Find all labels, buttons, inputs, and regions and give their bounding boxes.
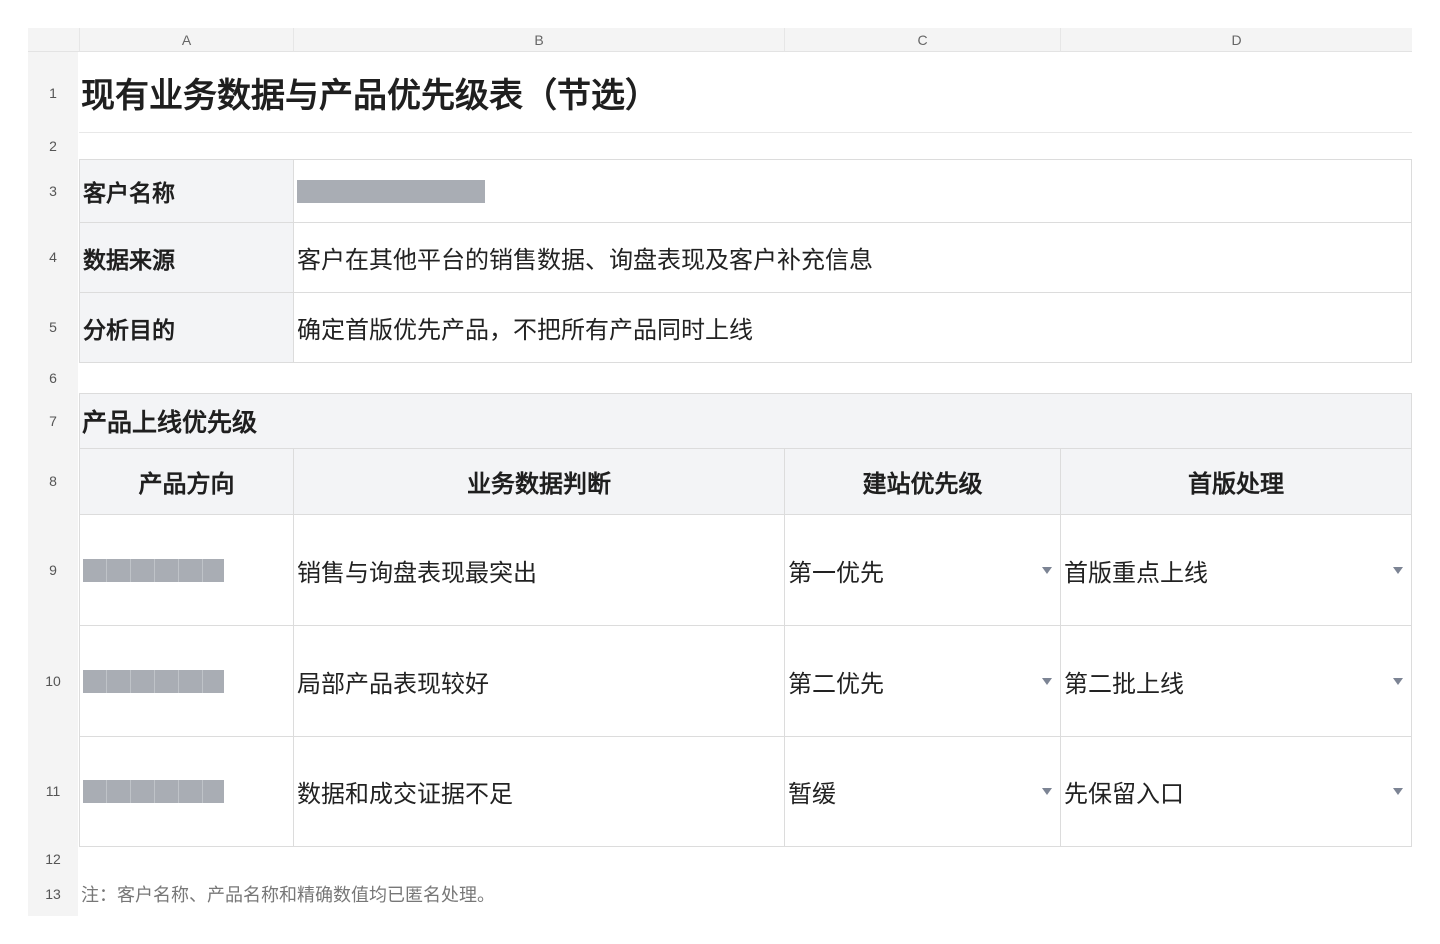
page-title[interactable]: 现有业务数据与产品优先级表（节选） [79, 52, 1412, 133]
row-header-1[interactable]: 1 [28, 52, 78, 133]
redacted-customer-name [297, 179, 485, 203]
info-label-data-source[interactable]: 数据来源 [79, 222, 294, 293]
row-header-12[interactable]: 12 [28, 846, 78, 872]
table-header-site-priority[interactable]: 建站优先级 [784, 448, 1061, 515]
info-value-analysis-purpose[interactable]: 确定首版优先产品，不把所有产品同时上线 [293, 292, 1412, 363]
priority-value: 第二优先 [788, 670, 884, 698]
row-header-4[interactable]: 4 [28, 222, 78, 292]
info-value-data-source[interactable]: 客户在其他平台的销售数据、询盘表现及客户补充信息 [293, 222, 1412, 293]
dropdown-arrow-icon[interactable] [1042, 566, 1052, 574]
table-cell-product[interactable] [79, 625, 294, 737]
column-header-c[interactable]: C [784, 28, 1060, 52]
row-header-2[interactable]: 2 [28, 133, 78, 159]
handling-value: 先保留入口 [1064, 781, 1184, 808]
priority-value: 第一优先 [788, 559, 884, 587]
row-header-11[interactable]: 11 [28, 736, 78, 846]
priority-dropdown[interactable]: 第二优先 [784, 625, 1061, 737]
select-all-corner[interactable] [28, 28, 79, 52]
row-header-9[interactable]: 9 [28, 514, 78, 625]
row-header-7[interactable]: 7 [28, 393, 78, 448]
section-title[interactable]: 产品上线优先级 [79, 393, 1412, 449]
info-label-customer-name[interactable]: 客户名称 [79, 159, 294, 223]
table-cell-product[interactable] [79, 514, 294, 626]
handling-value: 首版重点上线 [1064, 559, 1208, 587]
handling-value: 第二批上线 [1064, 670, 1184, 698]
row-header-10[interactable]: 10 [28, 625, 78, 736]
dropdown-arrow-icon[interactable] [1393, 566, 1403, 574]
spreadsheet-grid: A B C D 1 2 3 4 5 6 7 8 9 10 11 12 13 现有… [28, 28, 1412, 916]
column-header-b[interactable]: B [293, 28, 784, 52]
row-header-6[interactable]: 6 [28, 362, 78, 393]
redacted-product-name [83, 558, 224, 582]
column-header-a[interactable]: A [79, 28, 293, 52]
handling-dropdown[interactable]: 第二批上线 [1060, 625, 1412, 737]
dropdown-arrow-icon[interactable] [1042, 788, 1052, 795]
table-header-business-judgement[interactable]: 业务数据判断 [293, 448, 785, 515]
row-header-8[interactable]: 8 [28, 448, 78, 514]
dropdown-arrow-icon[interactable] [1042, 677, 1052, 685]
row-header-3[interactable]: 3 [28, 159, 78, 222]
handling-dropdown[interactable]: 先保留入口 [1060, 736, 1412, 847]
priority-dropdown[interactable]: 暂缓 [784, 736, 1061, 847]
redacted-product-name [83, 780, 224, 803]
priority-value: 暂缓 [788, 781, 836, 808]
table-header-product-direction[interactable]: 产品方向 [79, 448, 294, 515]
table-cell-judgement[interactable]: 数据和成交证据不足 [293, 736, 785, 847]
table-cell-judgement[interactable]: 局部产品表现较好 [293, 625, 785, 737]
dropdown-arrow-icon[interactable] [1393, 677, 1403, 685]
table-cell-judgement[interactable]: 销售与询盘表现最突出 [293, 514, 785, 626]
table-cell-product[interactable] [79, 736, 294, 847]
footnote[interactable]: 注：客户名称、产品名称和精确数值均已匿名处理。 [79, 872, 1412, 916]
table-header-first-version-handling[interactable]: 首版处理 [1060, 448, 1412, 515]
info-label-analysis-purpose[interactable]: 分析目的 [79, 292, 294, 363]
row-header-5[interactable]: 5 [28, 292, 78, 362]
priority-dropdown[interactable]: 第一优先 [784, 514, 1061, 626]
column-header-d[interactable]: D [1060, 28, 1412, 52]
row-header-13[interactable]: 13 [28, 872, 78, 916]
dropdown-arrow-icon[interactable] [1393, 788, 1403, 795]
handling-dropdown[interactable]: 首版重点上线 [1060, 514, 1412, 626]
info-value-customer-name[interactable] [293, 159, 1412, 223]
redacted-product-name [83, 669, 224, 693]
